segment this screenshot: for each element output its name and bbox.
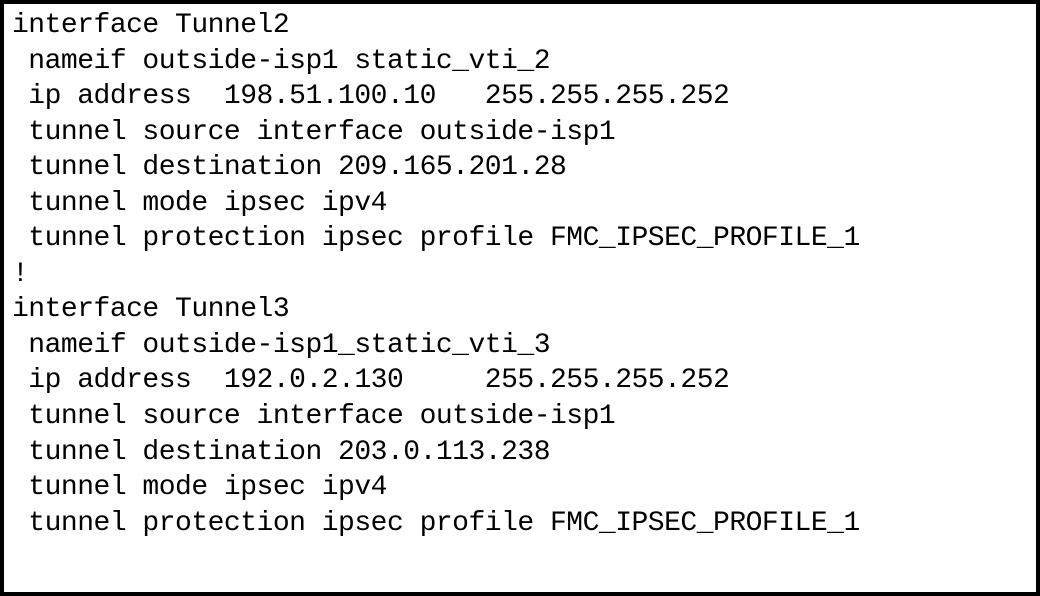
ip-address-line: ip address 198.51.100.10 255.255.255.252 bbox=[12, 79, 1028, 115]
interface-header: interface Tunnel2 bbox=[12, 8, 1028, 44]
terminal-output: interface Tunnel2 nameif outside-isp1 st… bbox=[0, 0, 1040, 596]
nameif-line: nameif outside-isp1 static_vti_2 bbox=[12, 44, 1028, 80]
tunnel-mode-line: tunnel mode ipsec ipv4 bbox=[12, 470, 1028, 506]
ip-address-line: ip address 192.0.2.130 255.255.255.252 bbox=[12, 363, 1028, 399]
tunnel-protection-line: tunnel protection ipsec profile FMC_IPSE… bbox=[12, 221, 1028, 257]
interface-header: interface Tunnel3 bbox=[12, 292, 1028, 328]
tunnel-mode-line: tunnel mode ipsec ipv4 bbox=[12, 186, 1028, 222]
tunnel-destination-line: tunnel destination 209.165.201.28 bbox=[12, 150, 1028, 186]
tunnel-source-line: tunnel source interface outside-isp1 bbox=[12, 115, 1028, 151]
tunnel-source-line: tunnel source interface outside-isp1 bbox=[12, 399, 1028, 435]
nameif-line: nameif outside-isp1_static_vti_3 bbox=[12, 328, 1028, 364]
separator-line: ! bbox=[12, 257, 1028, 293]
tunnel-destination-line: tunnel destination 203.0.113.238 bbox=[12, 435, 1028, 471]
tunnel-protection-line: tunnel protection ipsec profile FMC_IPSE… bbox=[12, 506, 1028, 542]
